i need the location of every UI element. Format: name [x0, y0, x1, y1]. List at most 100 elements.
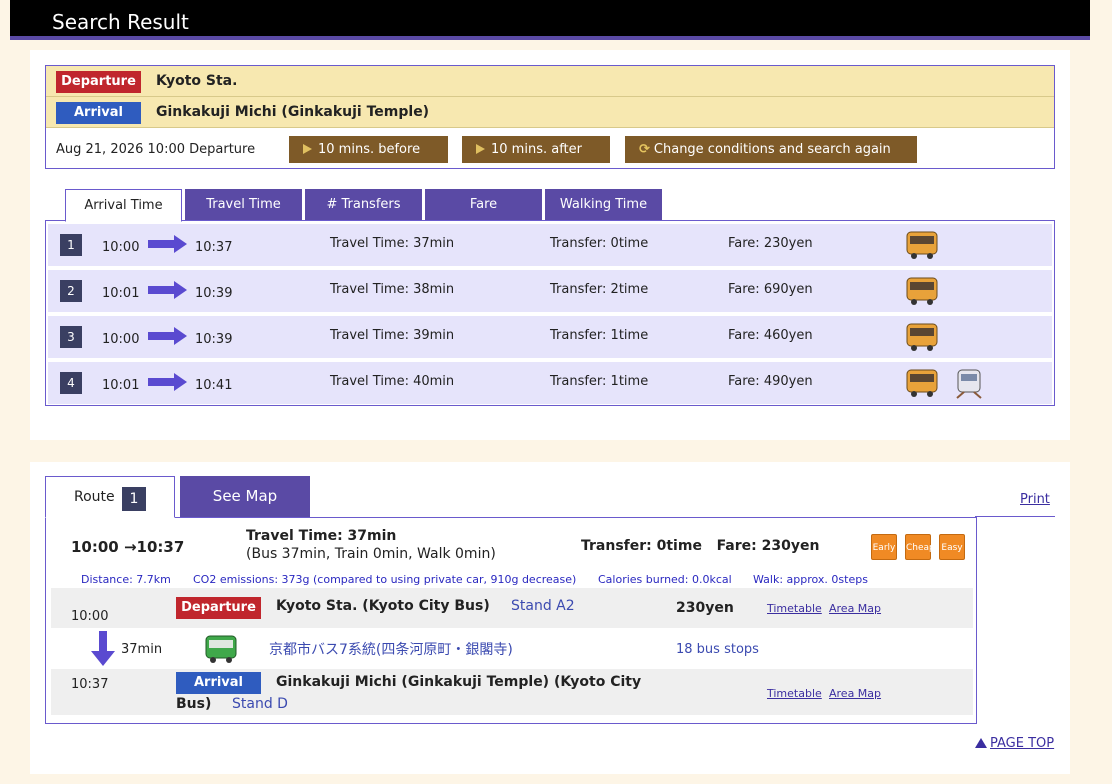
- tab-walking-time[interactable]: Walking Time: [545, 189, 662, 220]
- arrival-timetable-link[interactable]: Timetable: [767, 687, 822, 700]
- result-number: 2: [60, 280, 82, 302]
- transfer-count: Transfer: 2time: [550, 282, 649, 297]
- arrival-station: Ginkakuji Michi (Ginkakuji Temple): [156, 104, 430, 120]
- page-top-link[interactable]: PAGE TOP: [975, 736, 1054, 751]
- ten-mins-before-button[interactable]: 10 mins. before: [289, 136, 448, 163]
- tab-divider: [975, 516, 1055, 517]
- route-distance: Distance: 7.7km: [81, 573, 171, 586]
- search-panel: Departure Kyoto Sta. Arrival Ginkakuji M…: [30, 50, 1070, 440]
- departure-time: 10:00: [102, 240, 140, 255]
- transfer-count: Transfer: 1time: [550, 374, 649, 389]
- route-number-badge: 1: [122, 487, 146, 511]
- easy-icon: Easy: [939, 534, 965, 560]
- tab-transfers[interactable]: # Transfers: [305, 189, 422, 220]
- travel-time: Travel Time: 40min: [330, 374, 455, 389]
- result-row[interactable]: 3 10:00 10:39 Travel Time: 39min Transfe…: [48, 316, 1052, 358]
- route-tab-label: Route: [74, 489, 115, 505]
- tab-fare[interactable]: Fare: [425, 189, 542, 220]
- down-arrow-icon: [91, 631, 115, 666]
- arrival-area-map-link[interactable]: Area Map: [829, 687, 881, 700]
- route-co2: CO2 emissions: 373g (compared to using p…: [193, 573, 577, 586]
- bus-icon: [906, 231, 938, 259]
- arrival-time: 10:39: [195, 332, 233, 347]
- play-icon: [476, 144, 485, 154]
- arrival-time: 10:37: [195, 240, 233, 255]
- fare: Fare: 490yen: [728, 374, 813, 389]
- travel-time: Travel Time: 39min: [330, 328, 455, 343]
- right-arrow-icon: [148, 373, 187, 391]
- tab-travel-time[interactable]: Travel Time: [185, 189, 302, 220]
- departure-timetable-link[interactable]: Timetable: [767, 602, 822, 615]
- result-number: 4: [60, 372, 82, 394]
- results-list: 1 10:00 10:37 Travel Time: 37min Transfe…: [45, 220, 1055, 406]
- arrival-segment: 10:37 Arrival Ginkakuji Michi (Ginkakuji…: [51, 669, 973, 715]
- fare: Fare: 690yen: [728, 282, 813, 297]
- departure-station: Kyoto Sta.: [156, 73, 238, 89]
- arrival-badge: Arrival: [56, 102, 141, 124]
- fare: Fare: 460yen: [728, 328, 813, 343]
- route-travel-time: Travel Time: 37min: [246, 528, 397, 544]
- bus-icon: [906, 323, 938, 351]
- result-row[interactable]: 2 10:01 10:39 Travel Time: 38min Transfe…: [48, 270, 1052, 312]
- departure-time: 10:01: [102, 378, 140, 393]
- right-arrow-icon: [148, 327, 187, 345]
- departure-stand: Stand A2: [511, 598, 575, 614]
- print-link[interactable]: Print: [1020, 492, 1050, 507]
- early-icon: Early: [871, 534, 897, 560]
- right-arrow-icon: [148, 235, 187, 253]
- departure-segment: 10:00 Departure Kyoto Sta. (Kyoto City B…: [51, 588, 973, 628]
- route-breakdown: (Bus 37min, Train 0min, Walk 0min): [246, 546, 496, 562]
- route-detail: 10:00 →10:37 Travel Time: 37min (Bus 37m…: [45, 517, 977, 724]
- departure-time: 10:00: [102, 332, 140, 347]
- departure-stop-name: Kyoto Sta. (Kyoto City Bus): [276, 598, 490, 614]
- ride-duration: 37min: [121, 642, 163, 657]
- result-row[interactable]: 1 10:00 10:37 Travel Time: 37min Transfe…: [48, 224, 1052, 266]
- segment-departure-time: 10:00: [71, 609, 109, 624]
- bus-line-link[interactable]: 京都市バス7系統(四条河原町・銀閣寺): [269, 639, 513, 659]
- route-times: 10:00 →10:37: [71, 538, 185, 556]
- transfer-count: Transfer: 1time: [550, 328, 649, 343]
- departure-badge: Departure: [56, 71, 141, 93]
- fare: Fare: 230yen: [728, 236, 813, 251]
- result-number: 3: [60, 326, 82, 348]
- transfer-count: Transfer: 0time: [550, 236, 649, 251]
- tab-route[interactable]: Route 1: [45, 476, 175, 518]
- train-icon: [956, 369, 982, 399]
- city-bus-icon: [205, 635, 237, 663]
- right-arrow-icon: [148, 281, 187, 299]
- bus-stop-count[interactable]: 18 bus stops: [676, 642, 759, 657]
- search-conditions: Departure Kyoto Sta. Arrival Ginkakuji M…: [45, 65, 1055, 169]
- bus-icon: [906, 277, 938, 305]
- search-datetime: Aug 21, 2026 10:00 Departure: [56, 142, 256, 157]
- tab-arrival-time[interactable]: Arrival Time: [65, 189, 182, 222]
- tab-see-map[interactable]: See Map: [180, 476, 310, 517]
- travel-time: Travel Time: 37min: [330, 236, 455, 251]
- route-detail-panel: Route 1 See Map Print 10:00 →10:37 Trave…: [30, 462, 1070, 774]
- departure-area-map-link[interactable]: Area Map: [829, 602, 881, 615]
- refresh-icon: ⟳: [639, 142, 650, 157]
- ten-mins-after-button[interactable]: 10 mins. after: [462, 136, 610, 163]
- bus-icon: [906, 369, 938, 397]
- segment-arrival-time: 10:37: [71, 677, 109, 692]
- departure-row: Departure Kyoto Sta.: [46, 66, 1054, 97]
- arrival-stand: Stand D: [232, 696, 288, 712]
- cheap-icon: Cheap: [905, 534, 935, 560]
- arrival-row: Arrival Ginkakuji Michi (Ginkakuji Templ…: [46, 97, 1054, 128]
- result-row[interactable]: 4 10:01 10:41 Travel Time: 40min Transfe…: [48, 362, 1052, 404]
- route-walk: Walk: approx. 0steps: [753, 573, 868, 586]
- arrival-stop-name-cont: Bus): [176, 696, 212, 712]
- route-calories: Calories burned: 0.0kcal: [598, 573, 732, 586]
- arrival-stop-name: Ginkakuji Michi (Ginkakuji Temple) (Kyot…: [276, 674, 642, 690]
- arrival-time: 10:41: [195, 378, 233, 393]
- up-triangle-icon: [975, 738, 987, 748]
- play-icon: [303, 144, 312, 154]
- departure-badge: Departure: [176, 597, 261, 619]
- arrival-badge: Arrival: [176, 672, 261, 694]
- route-transfer-fare: Transfer: 0time Fare: 230yen: [581, 538, 820, 554]
- page-title: Search Result: [52, 10, 189, 34]
- travel-time: Travel Time: 38min: [330, 282, 455, 297]
- departure-time: 10:01: [102, 286, 140, 301]
- page-header: Search Result: [10, 0, 1090, 40]
- change-conditions-button[interactable]: ⟳ Change conditions and search again: [625, 136, 917, 163]
- segment-fare: 230yen: [676, 600, 734, 616]
